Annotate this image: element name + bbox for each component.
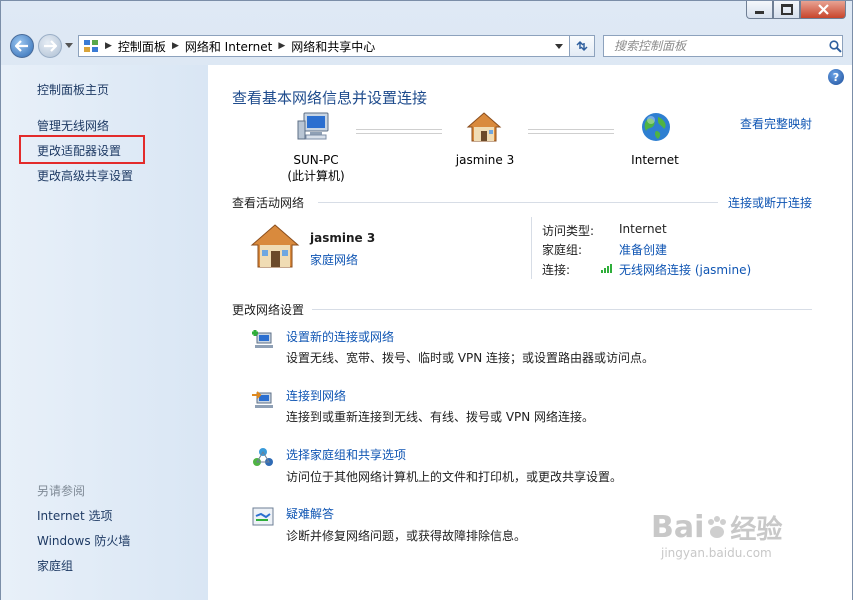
access-type-value: Internet — [619, 222, 667, 236]
homegroup-sharing-icon — [253, 448, 273, 466]
house-icon — [466, 112, 502, 142]
search-box[interactable] — [603, 35, 843, 57]
map-node-computer-name: SUN-PC — [293, 153, 339, 167]
task-desc-homegroup-sharing: 访问位于其他网络计算机上的文件和打印机，或更改共享设置。 — [286, 470, 623, 484]
minimize-button[interactable] — [746, 1, 773, 19]
active-networks-title: 查看活动网络 — [232, 196, 305, 210]
divider — [318, 202, 718, 203]
home-network-icon — [250, 224, 300, 268]
breadcrumb-network-internet[interactable]: 网络和 Internet — [185, 38, 272, 55]
refresh-icon — [576, 40, 588, 52]
see-also-label: 另请参阅 — [37, 484, 86, 498]
network-type-link[interactable]: 家庭网络 — [310, 251, 358, 268]
map-node-computer[interactable]: SUN-PC (此计算机) — [270, 152, 362, 184]
title-bar — [1, 1, 852, 29]
sidebar-item-manage-wireless[interactable]: 管理无线网络 — [37, 117, 109, 134]
address-history-dropdown[interactable] — [555, 43, 563, 49]
task-desc-troubleshoot: 诊断并修复网络问题，或获得故障排除信息。 — [286, 529, 527, 543]
close-icon — [817, 4, 829, 15]
divider — [312, 309, 812, 310]
task-title-homegroup-sharing[interactable]: 选择家庭组和共享选项 — [286, 446, 406, 463]
sidebar-item-windows-firewall[interactable]: Windows 防火墙 — [37, 532, 130, 549]
breadcrumb-separator: ▶ — [105, 41, 112, 51]
homegroup-value-link[interactable]: 准备创建 — [619, 241, 667, 258]
map-connector — [356, 129, 442, 134]
breadcrumb-network-sharing-center[interactable]: 网络和共享中心 — [291, 38, 375, 55]
control-panel-icon — [84, 40, 98, 52]
connect-disconnect-link[interactable]: 连接或断开连接 — [728, 194, 812, 211]
search-input[interactable] — [612, 38, 826, 54]
breadcrumb-separator: ▶ — [171, 41, 179, 51]
back-button[interactable] — [10, 34, 34, 58]
computer-icon — [297, 112, 329, 140]
sidebar-item-internet-options[interactable]: Internet 选项 — [37, 507, 112, 524]
map-node-network[interactable]: jasmine 3 — [443, 152, 527, 168]
breadcrumb-separator: ▶ — [278, 41, 286, 51]
homegroup-label: 家庭组: — [542, 243, 583, 257]
page-title: 查看基本网络信息并设置连接 — [232, 89, 428, 107]
forward-button[interactable] — [38, 34, 62, 58]
new-connection-icon — [252, 330, 273, 348]
arrow-left-icon — [15, 40, 28, 52]
vertical-divider — [531, 217, 532, 279]
minimize-icon — [755, 11, 764, 14]
watermark-brand2: 经验 — [730, 515, 783, 545]
access-type-label: 访问类型: — [542, 224, 595, 238]
signal-strength-icon — [601, 264, 612, 273]
address-row: ▶ 控制面板 ▶ 网络和 Internet ▶ 网络和共享中心 — [1, 31, 852, 63]
connection-value-link[interactable]: 无线网络连接 (jasmine) — [619, 261, 751, 278]
help-button[interactable]: ? — [828, 69, 844, 85]
change-settings-title: 更改网络设置 — [232, 303, 305, 317]
view-full-map-link[interactable]: 查看完整映射 — [740, 115, 812, 132]
sidebar-item-change-adapter-settings[interactable]: 更改适配器设置 — [37, 142, 121, 159]
task-title-connect-network[interactable]: 连接到网络 — [286, 387, 346, 404]
globe-icon — [642, 113, 670, 141]
sidebar-item-advanced-sharing[interactable]: 更改高级共享设置 — [37, 167, 133, 184]
network-name: jasmine 3 — [310, 231, 376, 245]
search-icon[interactable] — [829, 39, 842, 53]
connect-network-icon — [252, 391, 273, 408]
sidebar-item-homegroup[interactable]: 家庭组 — [37, 557, 73, 574]
breadcrumb-control-panel[interactable]: 控制面板 — [118, 38, 166, 55]
arrow-right-icon — [44, 40, 57, 52]
troubleshoot-icon — [252, 507, 274, 526]
task-desc-connect-network: 连接到或重新连接到无线、有线、拨号或 VPN 网络连接。 — [286, 410, 595, 424]
map-node-internet[interactable]: Internet — [615, 152, 695, 168]
paw-icon — [708, 515, 727, 538]
window-controls — [746, 1, 846, 19]
sidebar-item-control-panel-home[interactable]: 控制面板主页 — [37, 81, 109, 98]
address-bar[interactable]: ▶ 控制面板 ▶ 网络和 Internet ▶ 网络和共享中心 — [78, 35, 570, 57]
refresh-button[interactable] — [570, 35, 595, 57]
close-button[interactable] — [800, 1, 846, 19]
watermark-brand: Bai — [651, 510, 705, 545]
recent-pages-dropdown[interactable] — [65, 43, 73, 48]
baidu-watermark: Bai 经验 jingyan.baidu.com — [651, 509, 811, 589]
maximize-button[interactable] — [773, 1, 800, 19]
sidebar: 控制面板主页 管理无线网络 更改适配器设置 更改高级共享设置 另请参阅 Inte… — [1, 65, 208, 600]
watermark-url: jingyan.baidu.com — [661, 546, 772, 560]
map-node-computer-sub: (此计算机) — [287, 169, 345, 183]
task-title-new-connection[interactable]: 设置新的连接或网络 — [286, 328, 394, 345]
task-desc-new-connection: 设置无线、宽带、拨号、临时或 VPN 连接；或设置路由器或访问点。 — [286, 351, 655, 365]
task-title-troubleshoot[interactable]: 疑难解答 — [286, 505, 334, 522]
network-sharing-center-window: ▶ 控制面板 ▶ 网络和 Internet ▶ 网络和共享中心 控制面板主页 管… — [0, 0, 853, 600]
maximize-icon — [780, 4, 793, 15]
map-connector — [528, 129, 614, 134]
connection-label: 连接: — [542, 263, 571, 277]
help-icon: ? — [832, 70, 840, 84]
